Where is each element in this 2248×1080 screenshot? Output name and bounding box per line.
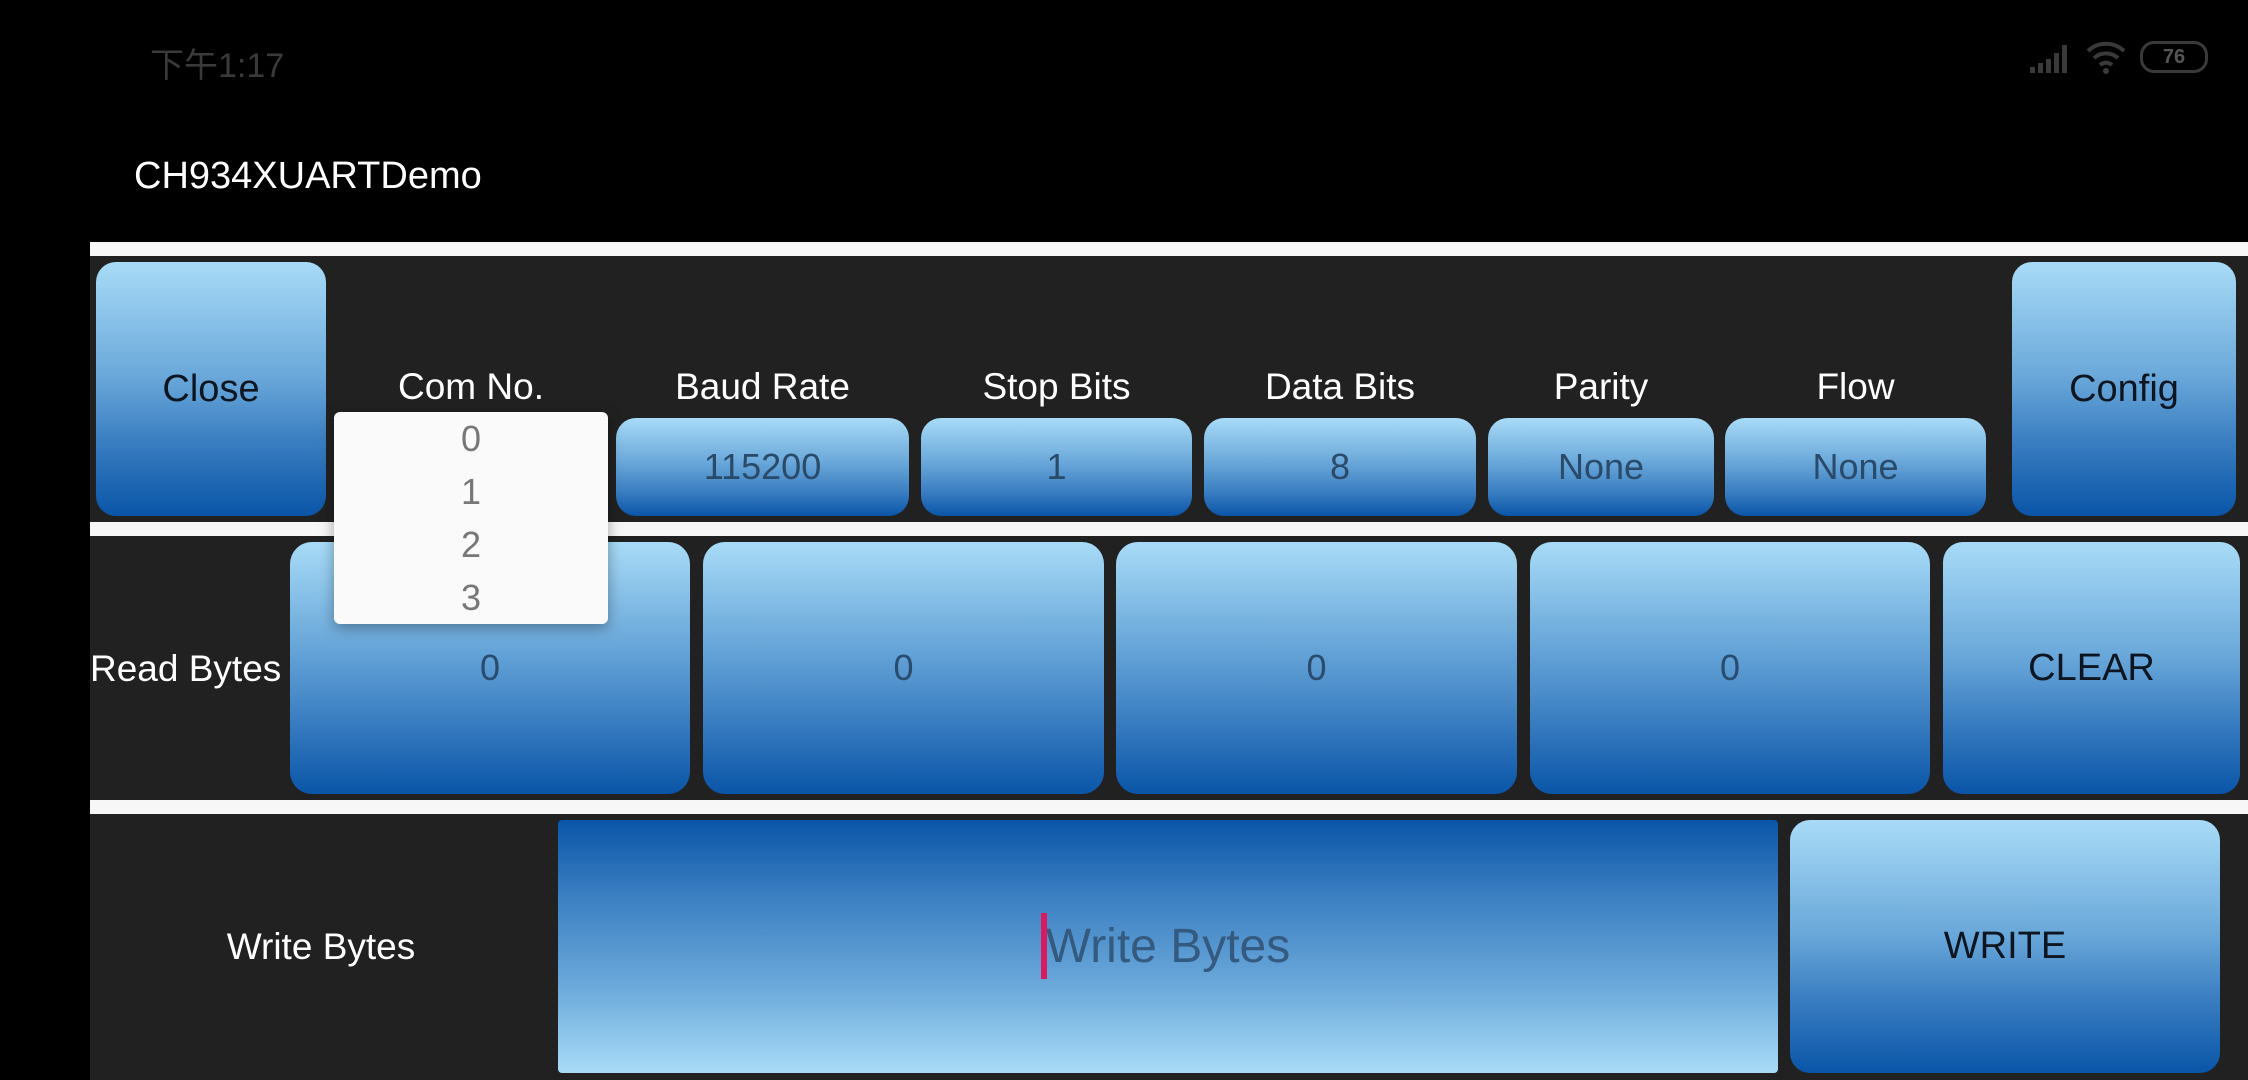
signal-icon bbox=[2030, 41, 2072, 73]
com-no-label: Com No. bbox=[398, 366, 544, 407]
parity-select[interactable]: None bbox=[1488, 418, 1714, 516]
read-bytes-label: Read Bytes bbox=[90, 648, 282, 689]
status-icons: 76 bbox=[2030, 40, 2208, 74]
write-bytes-field[interactable] bbox=[558, 819, 1778, 1074]
separator bbox=[90, 800, 2248, 814]
com-no-dropdown: 0 1 2 3 bbox=[334, 412, 608, 624]
text-cursor bbox=[1041, 913, 1047, 979]
stop-bits-select[interactable]: 1 bbox=[921, 418, 1192, 516]
dropdown-option[interactable]: 1 bbox=[334, 465, 608, 518]
clear-button[interactable]: CLEAR bbox=[1943, 542, 2240, 794]
separator bbox=[90, 242, 2248, 256]
parity-label: Parity bbox=[1553, 366, 1649, 407]
stop-bits-label: Stop Bits bbox=[982, 366, 1131, 407]
data-bits-label: Data Bits bbox=[1264, 366, 1416, 407]
write-button[interactable]: WRITE bbox=[1790, 820, 2220, 1073]
dropdown-option[interactable]: 0 bbox=[334, 412, 608, 465]
config-button[interactable]: Config bbox=[2012, 262, 2236, 516]
battery-icon: 76 bbox=[2140, 41, 2208, 73]
data-bits-select[interactable]: 8 bbox=[1204, 418, 1476, 516]
battery-level: 76 bbox=[2162, 45, 2186, 68]
dropdown-option[interactable]: 3 bbox=[334, 571, 608, 624]
app-title: CH934XUARTDemo bbox=[134, 155, 482, 197]
close-button[interactable]: Close bbox=[96, 262, 326, 516]
baud-rate-label: Baud Rate bbox=[675, 366, 850, 407]
status-time: 下午1:17 bbox=[150, 47, 285, 85]
read-counter-3: 0 bbox=[1116, 542, 1517, 794]
read-counter-4: 0 bbox=[1530, 542, 1930, 794]
baud-rate-select[interactable]: 115200 bbox=[616, 418, 909, 516]
read-counter-2: 0 bbox=[703, 542, 1104, 794]
dropdown-option[interactable]: 2 bbox=[334, 518, 608, 571]
flow-select[interactable]: None bbox=[1725, 418, 1986, 516]
write-bytes-label: Write Bytes bbox=[226, 926, 416, 967]
wifi-icon bbox=[2086, 41, 2126, 74]
flow-label: Flow bbox=[1816, 366, 1895, 407]
write-bytes-input[interactable] bbox=[558, 819, 1778, 1074]
